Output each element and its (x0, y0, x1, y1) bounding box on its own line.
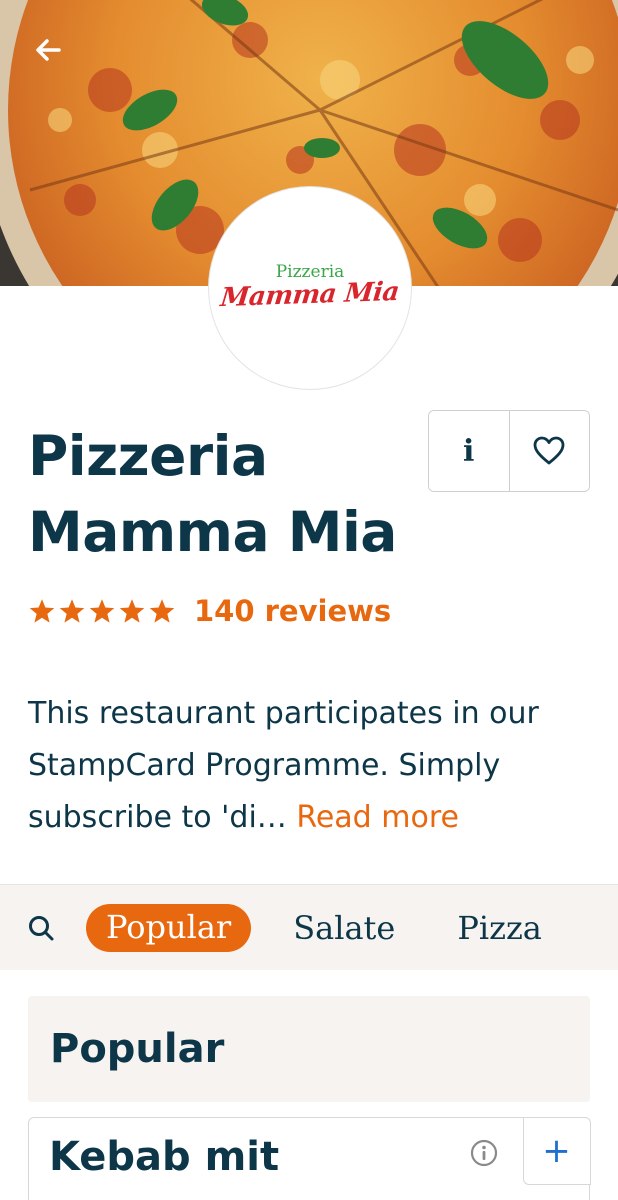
info-button[interactable]: i (429, 411, 509, 491)
arrow-left-icon (36, 39, 61, 61)
read-more-link[interactable]: Read more (296, 800, 459, 835)
favorite-button[interactable] (508, 411, 589, 491)
category-tabs: Popular Salate Pizza (0, 884, 618, 970)
info-label: i (463, 433, 475, 469)
category-search-button[interactable] (20, 907, 62, 949)
heart-icon (533, 436, 565, 465)
tab-pizza[interactable]: Pizza (457, 909, 542, 947)
restaurant-logo: Pizzeria Mamma Mia (208, 186, 412, 390)
add-to-cart-button[interactable]: + (522, 1116, 591, 1185)
logo-text-bottom: Mamma Mia (219, 276, 401, 314)
restaurant-actions: i (428, 410, 590, 492)
reviews-link[interactable]: 140 reviews (194, 594, 391, 628)
section-header: Popular (28, 996, 590, 1102)
plus-icon: + (542, 1130, 571, 1171)
section-title: Popular (50, 1026, 225, 1072)
star-rating (28, 598, 176, 625)
search-icon (29, 915, 54, 940)
back-button[interactable] (24, 26, 72, 74)
star-icon (149, 598, 175, 623)
menu-item-card[interactable]: Kebab mit + (28, 1116, 591, 1200)
restaurant-name: Pizzeria Mamma Mia (28, 424, 397, 564)
star-icon (59, 598, 85, 623)
star-icon (29, 598, 55, 623)
description-text: This restaurant participates in our Stam… (28, 696, 539, 835)
restaurant-description: This restaurant participates in our Stam… (28, 688, 598, 844)
info-icon[interactable] (469, 1138, 499, 1168)
tab-popular[interactable]: Popular (86, 903, 252, 952)
tab-salate[interactable]: Salate (293, 909, 395, 947)
rating: 140 reviews (28, 594, 391, 628)
menu-item-name: Kebab mit (49, 1134, 280, 1180)
star-icon (119, 598, 145, 623)
star-icon (89, 598, 115, 623)
